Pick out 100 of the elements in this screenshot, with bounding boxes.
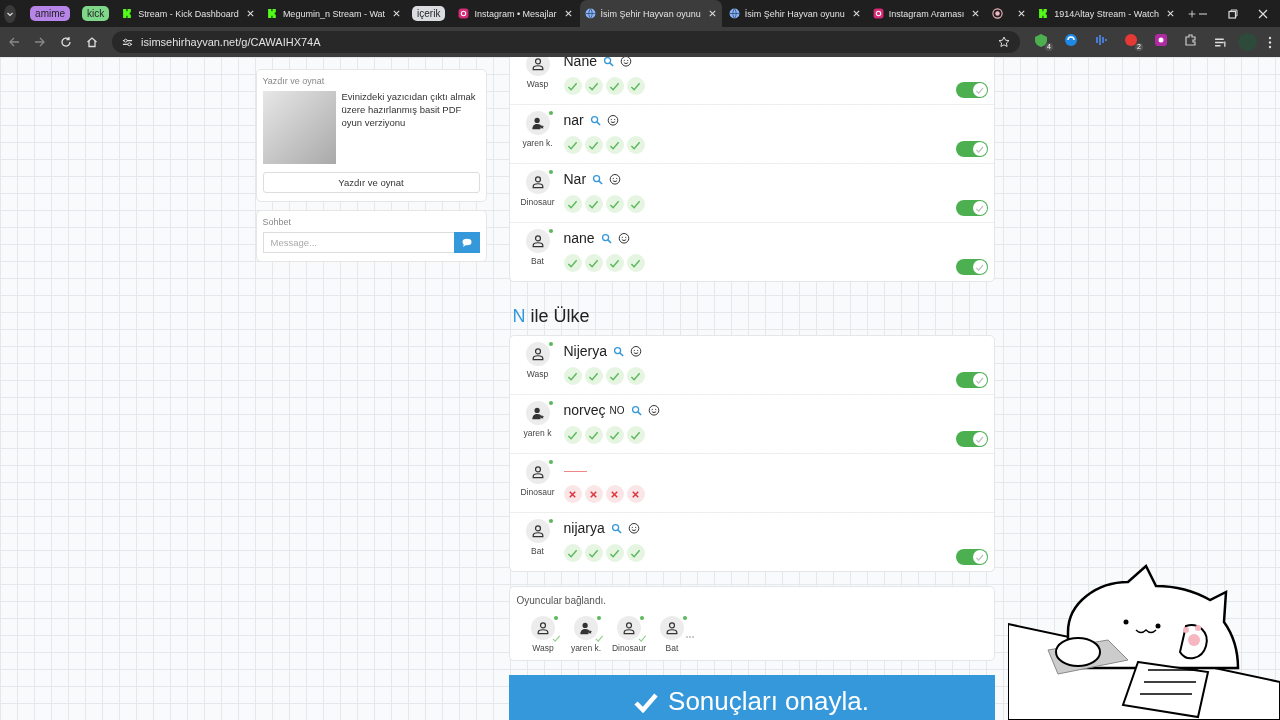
smiley-icon[interactable] <box>630 345 643 357</box>
user-star-icon <box>530 116 545 130</box>
forward-icon[interactable] <box>34 36 46 48</box>
player-name: Dinosaur <box>520 487 555 497</box>
close-icon[interactable] <box>392 9 402 18</box>
smiley-icon[interactable] <box>617 232 630 244</box>
check-icon <box>975 262 984 272</box>
browser-tab[interactable]: Stream - Kick Dashboard <box>117 0 260 27</box>
star-icon[interactable] <box>998 36 1010 48</box>
user-icon <box>536 621 550 635</box>
accept-toggle[interactable] <box>955 82 988 98</box>
check-icon <box>975 85 984 95</box>
browser-tab[interactable]: Instagram • Mesajlar <box>453 0 578 27</box>
check-icon <box>975 203 984 213</box>
players-status-text: Oyuncular bağlandı. <box>516 595 607 606</box>
user-icon <box>530 465 545 479</box>
close-icon[interactable] <box>851 9 861 18</box>
close-icon[interactable] <box>971 9 981 18</box>
user-icon <box>530 234 545 248</box>
check-icon <box>975 552 984 562</box>
site-settings-icon[interactable] <box>122 36 133 48</box>
accept-toggle[interactable] <box>955 549 988 565</box>
check-icon <box>975 144 984 154</box>
user-icon <box>530 524 545 538</box>
user-star-icon <box>530 406 545 420</box>
search-icon[interactable] <box>613 345 625 357</box>
close-icon[interactable] <box>1165 9 1175 18</box>
restore-icon[interactable] <box>1228 8 1238 19</box>
player-name: yaren k. <box>522 138 553 148</box>
player-name: Wasp <box>526 79 549 89</box>
tab-search-button[interactable] <box>4 4 17 23</box>
card-title: Sohbet <box>262 217 293 227</box>
smiley-icon[interactable] <box>606 114 619 126</box>
tab-group-chip[interactable]: amime <box>30 6 71 21</box>
player-name: Dinosaur <box>612 643 646 653</box>
message-input[interactable]: Message... <box>262 232 454 253</box>
speech-bubble-icon[interactable] <box>461 238 472 247</box>
player-name: Dinosaur <box>520 197 555 207</box>
browser-tab[interactable]: İsim Şehir Hayvan oyunu <box>579 0 722 27</box>
search-icon[interactable] <box>600 232 612 244</box>
user-icon <box>530 347 545 361</box>
tab-group-chip[interactable]: kick <box>82 6 110 21</box>
answer-text: nar <box>563 112 584 128</box>
search-icon[interactable] <box>610 522 622 534</box>
answer-text: Nar <box>563 171 587 187</box>
menu-icon[interactable] <box>1268 35 1272 49</box>
category-title: ile Ülke <box>530 306 590 327</box>
user-icon <box>622 621 636 635</box>
address-bar[interactable]: isimsehirhayvan.net/g/CAWAIHX74A <box>112 31 1020 53</box>
category-letter: N <box>512 306 526 327</box>
close-icon[interactable] <box>1017 9 1027 18</box>
browser-tab[interactable]: İsim Şehir Hayvan oyunu <box>723 0 866 27</box>
camera-logo-icon <box>872 8 884 19</box>
browser-tab[interactable]: Megumin_n Stream - Wat <box>261 0 407 27</box>
player-name: yaren k <box>523 428 552 438</box>
player-name: yaren k. <box>570 643 602 653</box>
search-icon[interactable] <box>630 404 642 416</box>
accept-toggle[interactable] <box>955 259 988 275</box>
smiley-icon[interactable] <box>627 522 640 534</box>
search-icon[interactable] <box>592 173 604 185</box>
empty-answer-line <box>563 470 587 472</box>
answer-text: norveç <box>563 402 606 418</box>
home-icon[interactable] <box>86 36 98 48</box>
accept-toggle[interactable] <box>955 431 988 447</box>
user-star-icon <box>579 621 593 635</box>
close-icon[interactable] <box>563 9 573 18</box>
browser-tab[interactable]: Instagram Araması <box>867 0 986 27</box>
card-description: Evinizdeki yazıcıdan çıktı almak üzere hazırlanmış basit PDF oyun verziyonu <box>341 91 477 130</box>
accept-toggle[interactable] <box>955 200 988 216</box>
reload-icon[interactable] <box>60 36 72 48</box>
camera-logo-icon <box>458 8 470 19</box>
smiley-icon[interactable] <box>609 173 622 185</box>
card-title: Yazdır ve oynat <box>262 76 326 86</box>
close-icon[interactable] <box>245 9 255 18</box>
search-icon[interactable] <box>602 57 614 67</box>
send-button[interactable] <box>453 232 480 253</box>
record-icon <box>992 8 1004 19</box>
search-icon[interactable] <box>589 114 601 126</box>
browser-tab[interactable]: 1914Altay Stream - Watch <box>1033 0 1180 27</box>
answer-text: nijarya <box>563 520 605 536</box>
tab-group-chip[interactable]: içerik <box>412 6 446 21</box>
accept-toggle[interactable] <box>955 372 988 388</box>
check-icon <box>975 375 984 385</box>
check-icon <box>975 434 984 444</box>
answer-tag: NO <box>609 404 625 416</box>
accept-toggle[interactable] <box>955 141 988 157</box>
player-name: Bat <box>531 546 544 556</box>
smiley-icon[interactable] <box>647 404 660 416</box>
answer-text: Nijerya <box>563 343 608 359</box>
close-icon[interactable] <box>1258 8 1268 19</box>
k-logo-icon <box>266 8 278 19</box>
player-name: Wasp <box>532 643 554 653</box>
user-icon <box>665 621 679 635</box>
smiley-icon[interactable] <box>619 57 632 67</box>
print-button[interactable]: Yazdır ve oynat <box>262 172 480 193</box>
close-icon[interactable] <box>707 9 717 18</box>
player-name: Bat <box>665 643 679 653</box>
player-name: Wasp <box>526 369 549 379</box>
globe-icon <box>584 8 596 19</box>
back-icon[interactable] <box>8 36 20 48</box>
